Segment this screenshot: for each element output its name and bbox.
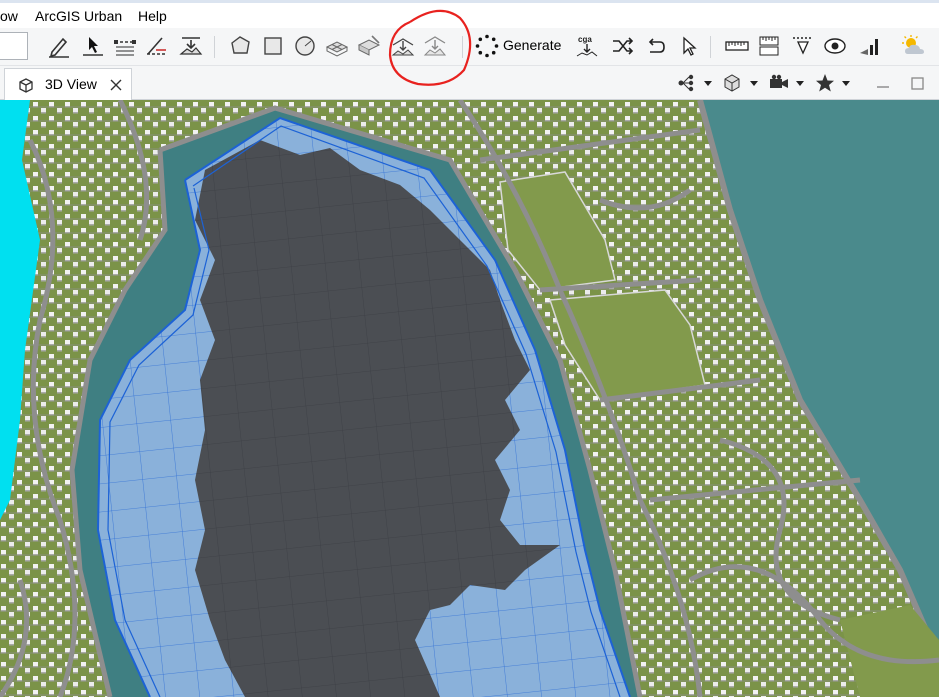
rectangle-select-icon[interactable]: [260, 33, 286, 59]
menu-window[interactable]: ow: [0, 8, 18, 24]
layer-display-menu[interactable]: [722, 72, 762, 94]
tab-title: 3D View: [45, 76, 97, 92]
split-edge-icon[interactable]: [112, 33, 138, 59]
polygon-select-icon[interactable]: [228, 33, 254, 59]
cga-rule-icon[interactable]: cga: [574, 33, 600, 59]
tab-3d-view[interactable]: 3D View: [4, 68, 132, 100]
camera-bookmarks-menu[interactable]: [768, 72, 808, 94]
3d-viewport[interactable]: [0, 100, 939, 697]
undo-generate-icon[interactable]: [642, 33, 668, 59]
shape-name-field[interactable]: [0, 32, 28, 60]
align-terrain-icon[interactable]: [178, 33, 204, 59]
align-to-terrain-icon[interactable]: [390, 33, 416, 59]
close-tab-icon[interactable]: [109, 78, 123, 92]
star-favorites-icon: [816, 74, 850, 92]
visibility-icon[interactable]: [822, 33, 848, 59]
edit-shape-icon[interactable]: [46, 33, 72, 59]
lot-edit-icon[interactable]: [356, 33, 382, 59]
scene-render: [0, 100, 939, 697]
cga-badge: cga: [578, 35, 592, 44]
layer-display-icon: [724, 74, 758, 92]
menu-arcgis-urban[interactable]: ArcGIS Urban: [35, 8, 122, 24]
height-measure-icon[interactable]: [790, 33, 816, 59]
favorites-menu[interactable]: [814, 72, 854, 94]
generate-label: Generate: [503, 37, 562, 53]
drop-to-terrain-icon[interactable]: [422, 33, 448, 59]
menu-bar: ow ArcGIS Urban Help: [0, 0, 939, 28]
scene-graph-icon: [678, 74, 712, 92]
cube-icon: [17, 76, 35, 94]
minimize-view-icon[interactable]: [874, 72, 892, 94]
block-subdivide-icon[interactable]: [324, 33, 350, 59]
toolbar-separator: [214, 36, 215, 58]
insert-point-icon[interactable]: [80, 33, 106, 59]
ruler-icon[interactable]: [724, 33, 750, 59]
circle-select-icon[interactable]: [292, 33, 318, 59]
generate-icon: [474, 33, 500, 59]
toolbar-separator: [710, 36, 711, 58]
area-measure-icon[interactable]: [756, 33, 782, 59]
view-tab-bar: 3D View: [0, 66, 939, 100]
main-toolbar: Generate cga: [0, 28, 939, 66]
analysis-icon[interactable]: [856, 33, 882, 59]
camera-bookmarks-icon: [770, 74, 804, 88]
toolbar-separator: [462, 36, 463, 58]
select-cursor-icon[interactable]: [676, 33, 702, 59]
random-seed-icon[interactable]: [610, 33, 636, 59]
maximize-view-icon[interactable]: [908, 72, 926, 94]
measure-angle-icon[interactable]: [144, 33, 170, 59]
weather-icon[interactable]: [900, 33, 926, 59]
menu-help[interactable]: Help: [138, 8, 167, 24]
scene-graph-menu[interactable]: [676, 72, 716, 94]
